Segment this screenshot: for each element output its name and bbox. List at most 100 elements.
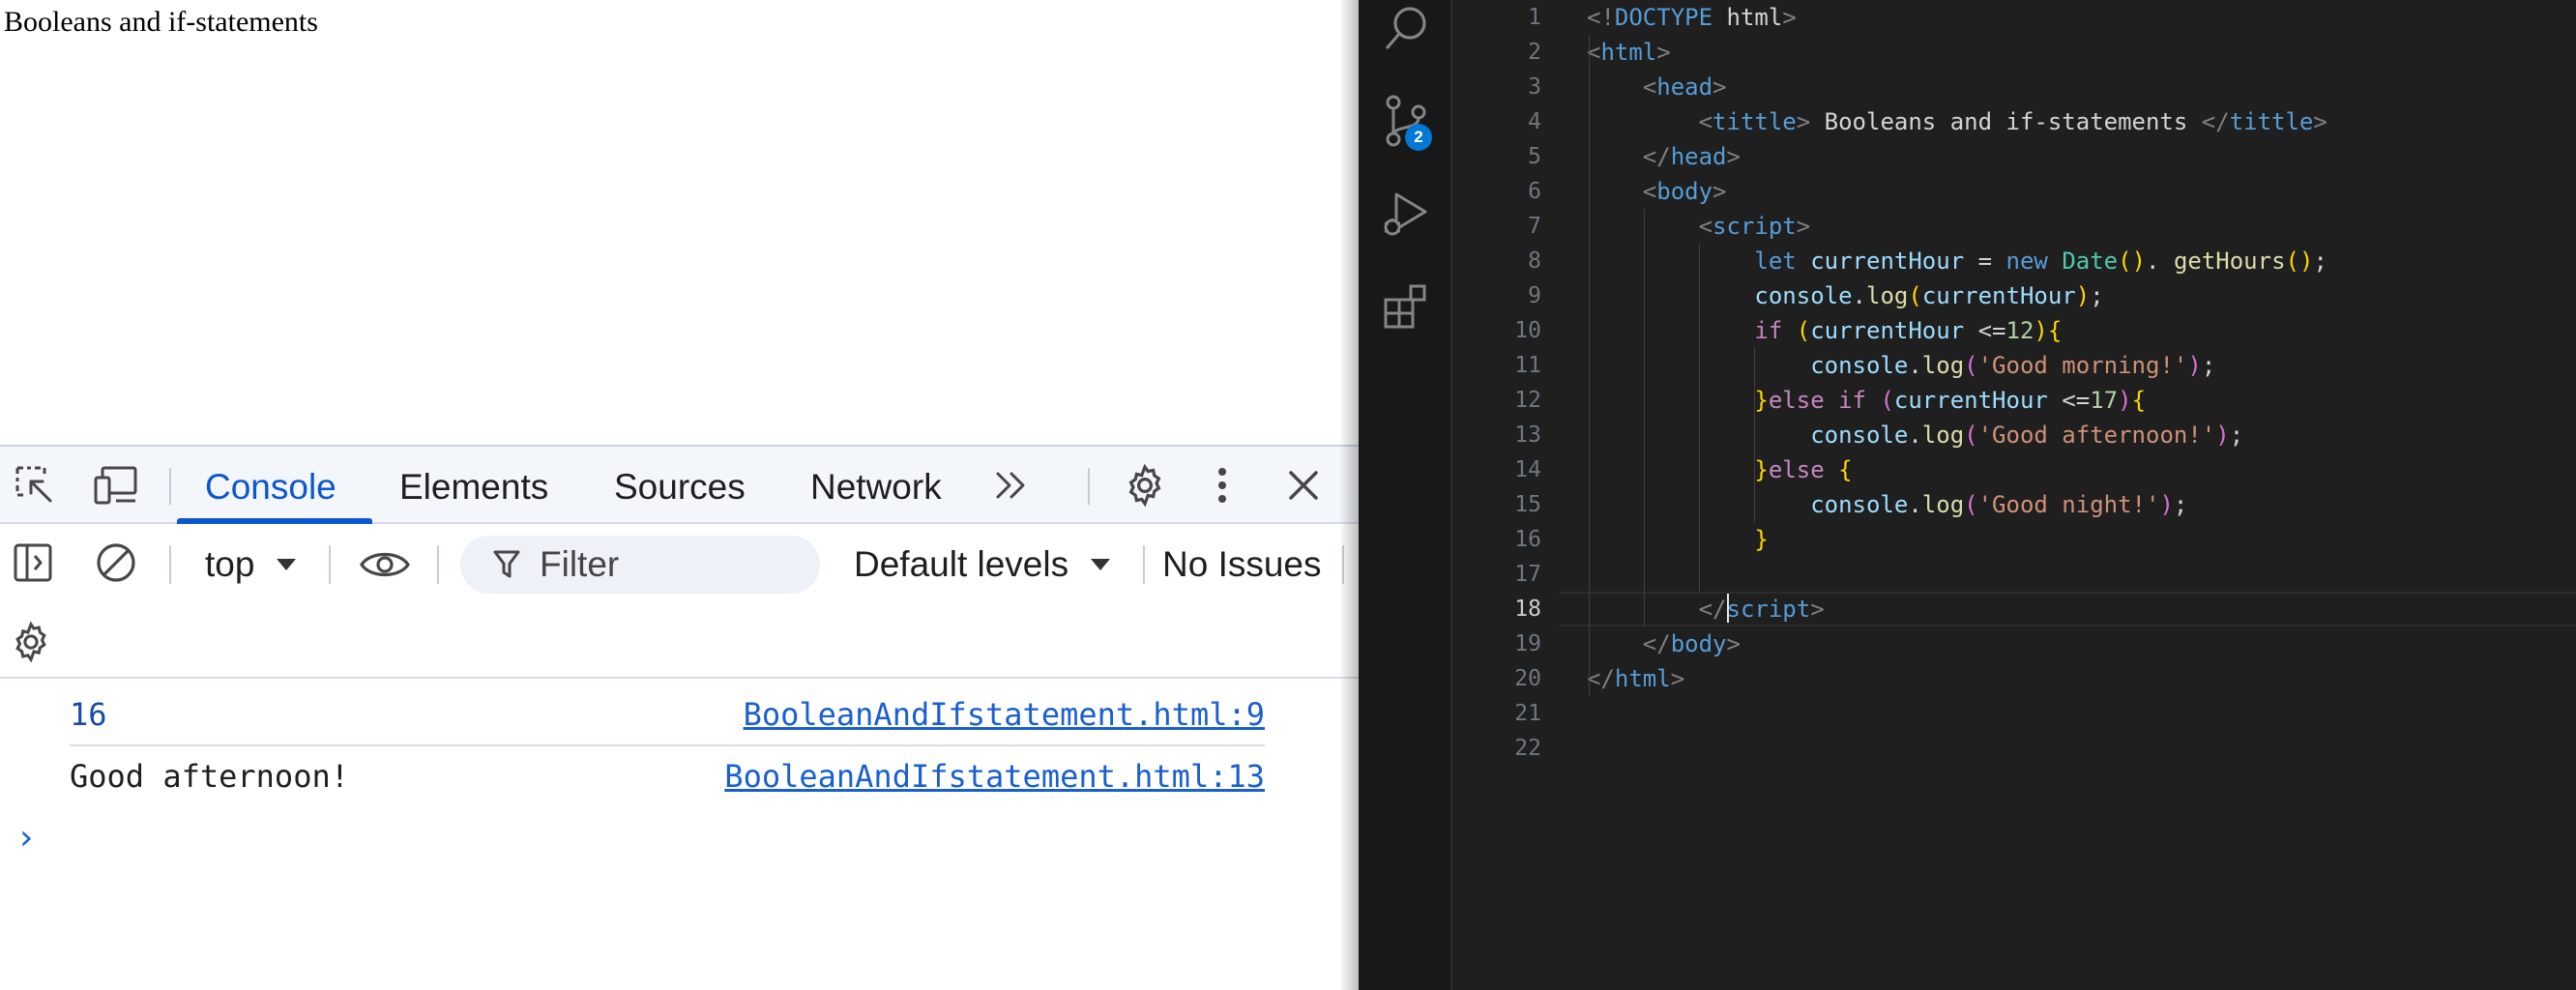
code-token: html bbox=[1614, 665, 1671, 692]
code-token: ; bbox=[2201, 352, 2216, 379]
filter-input[interactable]: Filter bbox=[460, 536, 820, 594]
code-token: > bbox=[1782, 4, 1797, 31]
code-token: ) bbox=[2034, 317, 2048, 344]
chevron-down-icon[interactable] bbox=[271, 539, 302, 590]
code-line[interactable]: <body> bbox=[1587, 174, 1727, 209]
code-line[interactable]: </script> bbox=[1587, 592, 1825, 626]
code-token: <= bbox=[2047, 387, 2091, 414]
code-line[interactable]: <html> bbox=[1587, 35, 1671, 70]
code-token: currentHour bbox=[1921, 282, 2076, 309]
code-line[interactable]: <head> bbox=[1587, 70, 1727, 104]
code-line[interactable]: </body> bbox=[1587, 626, 1741, 661]
code-token: getHours bbox=[2173, 248, 2286, 275]
line-number: 18 bbox=[1514, 597, 1541, 622]
code-line[interactable]: if (currentHour <=12){ bbox=[1587, 313, 2062, 348]
code-token: } bbox=[1754, 526, 1769, 553]
console-prompt[interactable]: › bbox=[19, 818, 33, 858]
code-token: > bbox=[1726, 143, 1741, 170]
code-token: > bbox=[2313, 108, 2327, 135]
context-selector[interactable]: top bbox=[205, 543, 254, 586]
code-line[interactable]: <script> bbox=[1587, 209, 1811, 244]
code-token: > bbox=[1796, 213, 1811, 240]
code-token: . bbox=[2146, 248, 2174, 275]
code-token: </ bbox=[1698, 596, 1727, 623]
code-token: ) bbox=[2159, 491, 2174, 518]
line-number: 10 bbox=[1514, 318, 1541, 343]
code-token: 'Good night!' bbox=[1977, 491, 2160, 518]
tab-console[interactable]: Console bbox=[205, 466, 337, 509]
code-line[interactable]: console.log('Good afternoon!'); bbox=[1587, 418, 2243, 452]
search-icon[interactable] bbox=[1378, 0, 1434, 56]
chevron-down-icon[interactable] bbox=[1085, 539, 1116, 590]
code-line[interactable]: console.log('Good night!'); bbox=[1587, 487, 2187, 522]
code-line[interactable]: } bbox=[1587, 522, 1769, 557]
code-token: currentHour bbox=[1810, 248, 1965, 275]
clear-console-icon[interactable] bbox=[91, 538, 141, 588]
code-token: 'Good afternoon!' bbox=[1977, 422, 2216, 449]
code-line[interactable]: <tittle> Booleans and if-statements </ti… bbox=[1587, 104, 2327, 139]
code-token: <! bbox=[1587, 4, 1615, 31]
tab-elements[interactable]: Elements bbox=[399, 466, 548, 509]
close-icon[interactable] bbox=[1278, 460, 1329, 510]
code-area[interactable]: 1 2 3 4 5 6 7 8 9 10 11 12 13 14 15 16 17 18 19 20 21 22 <!DO… bbox=[1452, 0, 2576, 990]
code-line[interactable]: let currentHour = new Date(). getHours()… bbox=[1587, 244, 2327, 278]
more-tabs-icon[interactable] bbox=[986, 460, 1037, 510]
code-line[interactable]: </html> bbox=[1587, 661, 1684, 696]
log-source-link[interactable]: BooleanAndIfstatement.html:13 bbox=[724, 746, 1265, 806]
device-toolbar-icon[interactable] bbox=[91, 460, 141, 510]
line-number: 20 bbox=[1514, 666, 1541, 691]
code-token: ) bbox=[2118, 387, 2132, 414]
live-expression-eye-icon[interactable] bbox=[358, 539, 412, 590]
console-settings-gear-icon[interactable] bbox=[6, 617, 56, 667]
tab-sources[interactable]: Sources bbox=[614, 466, 746, 509]
code-token: script bbox=[1726, 596, 1811, 623]
browser-window: Booleans and if-statements Console Eleme… bbox=[0, 0, 1359, 990]
settings-gear-icon[interactable] bbox=[1120, 460, 1170, 510]
code-token: tittle bbox=[2229, 108, 2314, 135]
code-line[interactable]: <!DOCTYPE html> bbox=[1587, 0, 1797, 35]
line-number: 13 bbox=[1514, 422, 1541, 448]
code-token: </ bbox=[2201, 108, 2230, 135]
log-levels-dropdown[interactable]: Default levels bbox=[854, 543, 1068, 586]
inspect-element-icon[interactable] bbox=[10, 460, 60, 510]
code-line[interactable]: </head> bbox=[1587, 139, 1741, 174]
source-control-badge: 2 bbox=[1405, 124, 1432, 151]
line-number: 15 bbox=[1514, 492, 1541, 517]
code-token: . bbox=[1908, 352, 1922, 379]
tab-network[interactable]: Network bbox=[810, 466, 942, 509]
indent-guide bbox=[1754, 348, 1755, 522]
line-number: 22 bbox=[1514, 736, 1541, 761]
code-editor-window: 2 1 2 3 4 5 6 7 8 9 10 11 12 13 14 15 16 17 18 19 20 21 22 <!… bbox=[1359, 0, 2576, 990]
code-line[interactable]: console.log('Good morning!'); bbox=[1587, 348, 2215, 383]
code-token: console bbox=[1810, 422, 1909, 449]
code-token: </ bbox=[1642, 143, 1671, 170]
log-source-link[interactable]: BooleanAndIfstatement.html:9 bbox=[744, 684, 1265, 744]
run-debug-icon[interactable] bbox=[1378, 186, 1434, 242]
sidebar-toggle-icon[interactable] bbox=[8, 538, 58, 588]
code-token: </ bbox=[1587, 665, 1615, 692]
code-token: </ bbox=[1642, 630, 1671, 657]
code-token: html bbox=[1712, 4, 1783, 31]
code-line[interactable]: console.log(currentHour); bbox=[1587, 278, 2103, 313]
extensions-icon[interactable] bbox=[1378, 278, 1434, 335]
line-number: 5 bbox=[1528, 144, 1541, 169]
code-token: ( bbox=[1880, 387, 1894, 414]
code-line[interactable]: }else if (currentHour <=17){ bbox=[1587, 383, 2146, 418]
line-number: 1 bbox=[1528, 5, 1541, 30]
code-token: DOCTYPE bbox=[1614, 4, 1713, 31]
more-options-icon[interactable] bbox=[1197, 460, 1247, 510]
code-line[interactable]: }else { bbox=[1587, 452, 1852, 487]
code-token: ( bbox=[1908, 282, 1922, 309]
line-number: 16 bbox=[1514, 527, 1541, 552]
issues-counter[interactable]: No Issues bbox=[1162, 543, 1322, 586]
code-token: ) bbox=[2187, 352, 2202, 379]
